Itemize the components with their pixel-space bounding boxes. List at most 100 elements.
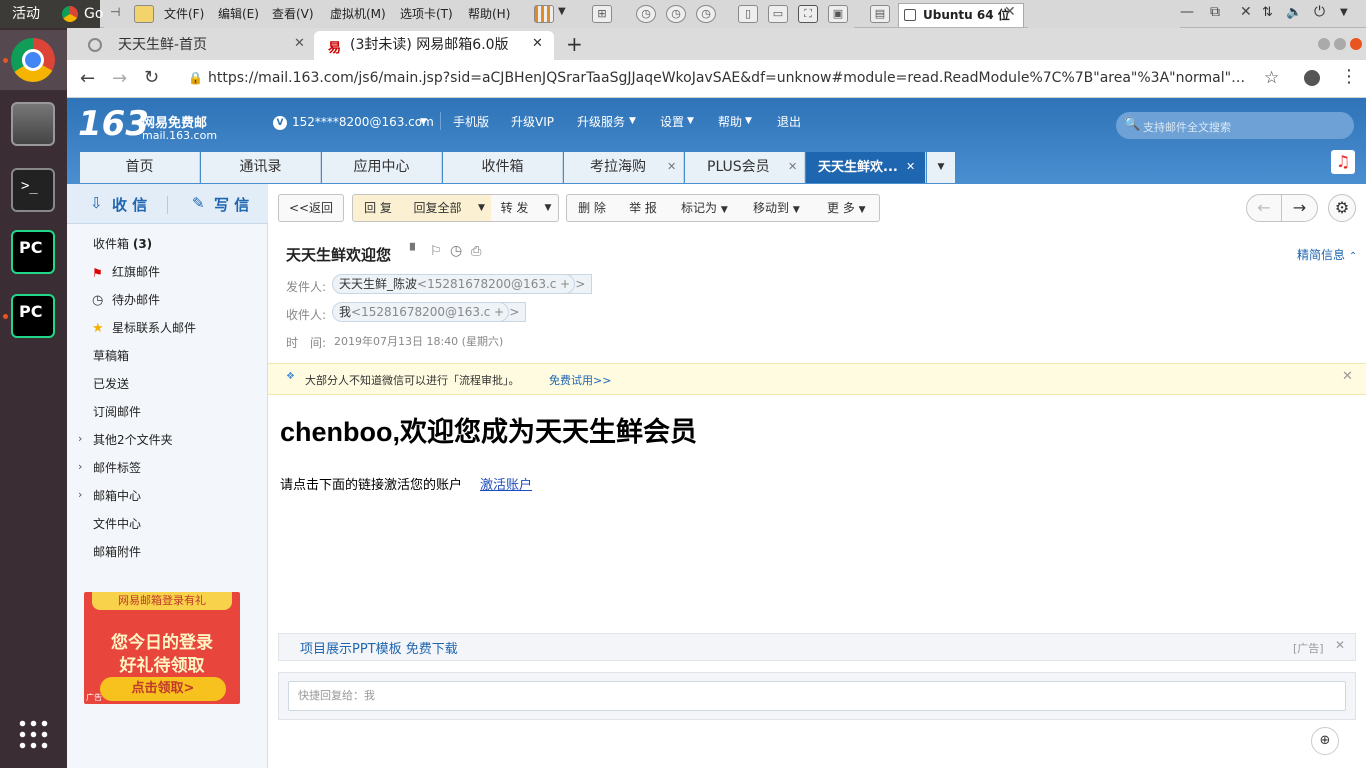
folder-other[interactable]: 其他2个文件夹: [93, 430, 173, 450]
flag-icon[interactable]: ⚐: [430, 244, 442, 259]
quick-reply-input[interactable]: 快捷回复给：我: [288, 681, 1346, 711]
delete-button[interactable]: 删 除: [566, 194, 618, 222]
zoom-icon[interactable]: ⊕: [1311, 727, 1339, 755]
network-status-icon[interactable]: ⇅: [1262, 5, 1273, 20]
next-mail-icon[interactable]: →: [1282, 194, 1318, 222]
menu-view[interactable]: 查看(V): [272, 0, 314, 28]
menu-edit[interactable]: 编辑(E): [218, 0, 259, 28]
report-button[interactable]: 举 报: [617, 194, 670, 222]
browser-menu-icon[interactable]: ⋮: [1340, 66, 1358, 87]
pycharm-icon-2[interactable]: PC: [11, 294, 55, 338]
folder-flagged[interactable]: 红旗邮件: [112, 262, 160, 282]
tab-contacts[interactable]: 通讯录: [201, 152, 321, 183]
new-tab-icon[interactable]: +: [566, 32, 583, 56]
account-name[interactable]: 152****8200@163.com: [292, 115, 434, 129]
folder-file-center[interactable]: 文件中心: [93, 514, 141, 534]
tab-apps[interactable]: 应用中心: [322, 152, 442, 183]
more-tabs-chevron-icon[interactable]: ▼: [927, 152, 955, 183]
move-to-button[interactable]: 移动到 ▼: [741, 194, 816, 222]
close-tab-icon[interactable]: ✕: [667, 160, 676, 173]
pycharm-icon[interactable]: PC: [11, 230, 55, 274]
back-button[interactable]: <<返回: [278, 194, 344, 222]
folder-starred[interactable]: 星标联系人邮件: [112, 318, 196, 338]
write-button[interactable]: 写 信: [214, 194, 249, 215]
app-menu-stub[interactable]: Go: [84, 0, 103, 28]
folder-attachments[interactable]: 邮箱附件: [93, 542, 141, 562]
snapshot-icon[interactable]: ◷: [636, 5, 656, 23]
reload-icon[interactable]: ↻: [144, 67, 159, 88]
unity-icon[interactable]: ▣: [828, 5, 848, 23]
close-vm-tab-icon[interactable]: ✕: [1004, 4, 1016, 20]
system-menu-chevron-icon[interactable]: ▼: [1340, 7, 1348, 18]
sender-chip[interactable]: 天天生鲜_陈波<15281678200@163.com>: [332, 274, 593, 294]
nav-mobile[interactable]: 手机版: [453, 113, 489, 130]
minimize-icon[interactable]: —: [1180, 4, 1194, 20]
folder-subscriptions[interactable]: 订阅邮件: [93, 402, 141, 422]
sidebar-toggle-icon[interactable]: ▯: [738, 5, 758, 23]
tab-home[interactable]: 首页: [80, 152, 200, 183]
nav-settings[interactable]: 设置: [660, 113, 684, 130]
window-minimize-dot[interactable]: [1318, 38, 1330, 50]
window-close-dot[interactable]: [1350, 38, 1362, 50]
folder-mail-center[interactable]: 邮箱中心: [93, 486, 141, 506]
nav-upgrade-vip[interactable]: 升级VIP: [511, 113, 554, 130]
close-notice-icon[interactable]: ✕: [1342, 369, 1353, 384]
folder-drafts[interactable]: 草稿箱: [93, 346, 129, 366]
chevron-right-icon[interactable]: ›: [78, 488, 82, 501]
pause-vm-icon[interactable]: [534, 5, 554, 23]
file-cabinet-icon[interactable]: [11, 102, 55, 146]
music-icon[interactable]: ♫: [1331, 150, 1355, 174]
account-icon[interactable]: [1304, 70, 1320, 86]
chevron-right-icon[interactable]: ›: [78, 432, 82, 445]
bookmark-icon[interactable]: ▘: [410, 244, 420, 259]
forward-chevron-icon[interactable]: ▼: [538, 194, 559, 222]
chevron-right-icon[interactable]: ›: [78, 460, 82, 473]
nav-help[interactable]: 帮助: [718, 113, 742, 130]
close-tab-icon[interactable]: ✕: [532, 36, 543, 51]
tab-kaola[interactable]: 考拉海购: [564, 152, 684, 183]
snapshot-restore-icon[interactable]: ◷: [666, 5, 686, 23]
settings-gear-icon[interactable]: ⚙: [1328, 194, 1356, 222]
back-arrow-icon[interactable]: ←: [80, 68, 95, 89]
volume-icon[interactable]: 🔈: [1286, 5, 1302, 20]
search-input[interactable]: 支持邮件全文搜索: [1143, 119, 1231, 135]
forward-button[interactable]: 转 发: [491, 194, 539, 222]
snapshot-manager-icon[interactable]: ◷: [696, 5, 716, 23]
chevron-down-icon[interactable]: ▼: [558, 6, 566, 17]
folder-sent[interactable]: 已发送: [93, 374, 129, 394]
menu-file[interactable]: 文件(F): [164, 0, 204, 28]
ad-strip-link[interactable]: 项目展示PPT模板 免费下载: [300, 638, 458, 657]
vm-home-icon[interactable]: [134, 5, 154, 23]
menu-vm[interactable]: 虚拟机(M): [330, 0, 386, 28]
menu-tabs[interactable]: 选项卡(T): [400, 0, 453, 28]
notice-link[interactable]: 免费试用>>: [549, 372, 611, 388]
show-apps-icon[interactable]: [17, 718, 49, 750]
close-tab-icon[interactable]: ✕: [906, 160, 915, 173]
address-bar[interactable]: https://mail.163.com/js6/main.jsp?sid=aC…: [208, 70, 1248, 90]
bookmark-star-icon[interactable]: ☆: [1264, 68, 1279, 88]
console-view-icon[interactable]: ▤: [870, 5, 890, 23]
thumbnail-icon[interactable]: ▭: [768, 5, 788, 23]
activate-link[interactable]: 激活账户: [480, 474, 532, 493]
reply-all-chevron-icon[interactable]: ▼: [472, 194, 492, 222]
promo-ad-cta[interactable]: 点击领取>: [100, 677, 226, 701]
prev-mail-icon[interactable]: ←: [1246, 194, 1282, 222]
power-icon[interactable]: ⏻: [1314, 4, 1325, 20]
terminal-icon[interactable]: >_: [11, 168, 55, 212]
tab-inbox[interactable]: 收件箱: [443, 152, 563, 183]
account-chevron-icon[interactable]: ▼: [420, 117, 427, 127]
mark-as-button[interactable]: 标记为 ▼: [669, 194, 742, 222]
folder-inbox[interactable]: 收件箱 (3): [93, 234, 152, 254]
receive-button[interactable]: 收 信: [112, 194, 147, 215]
folder-todo[interactable]: 待办邮件: [112, 290, 160, 310]
more-button[interactable]: 更 多 ▼: [815, 194, 880, 222]
folder-tags[interactable]: 邮件标签: [93, 458, 141, 478]
menu-help[interactable]: 帮助(H): [468, 0, 510, 28]
pin-icon[interactable]: ⊣: [110, 5, 120, 19]
close-window-icon[interactable]: ✕: [1240, 4, 1252, 20]
browser-tab-1[interactable]: 天天生鲜-首页: [76, 31, 312, 60]
window-maximize-dot[interactable]: [1334, 38, 1346, 50]
nav-logout[interactable]: 退出: [777, 113, 801, 130]
browser-tab-2[interactable]: (3封未读) 网易邮箱6.0版: [314, 31, 554, 60]
print-icon[interactable]: ⎙: [471, 244, 481, 259]
